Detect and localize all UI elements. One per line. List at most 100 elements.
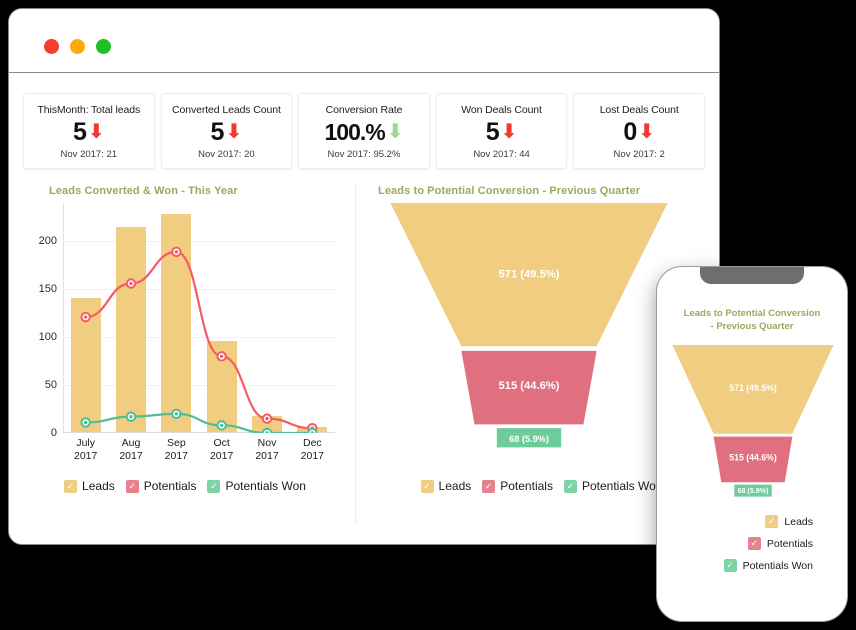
legend-item[interactable]: ✓ Leads <box>657 515 813 528</box>
legend-checkbox-icon[interactable]: ✓ <box>482 479 496 493</box>
data-point-center <box>174 412 179 416</box>
legend-checkbox-icon[interactable]: ✓ <box>765 515 779 528</box>
kpi-card: ThisMonth: Total leads 5 ⬇ Nov 2017: 21 <box>23 93 155 169</box>
legend-checkbox-icon[interactable]: ✓ <box>64 479 78 493</box>
y-axis-tick: 200 <box>38 235 57 248</box>
kpi-value-row: 5 ⬇ <box>166 117 288 147</box>
x-axis-tick: Nov 2017 <box>243 437 291 462</box>
legend-item[interactable]: ✓ Potentials <box>482 479 553 493</box>
window-titlebar <box>9 9 719 73</box>
legend-item[interactable]: ✓ Leads <box>64 479 115 493</box>
kpi-value-row: 100.% ⬇ <box>303 117 425 147</box>
kpi-title: ThisMonth: Total leads <box>37 104 141 116</box>
x-axis-tick-line: 2017 <box>209 449 234 462</box>
kpi-card: Conversion Rate 100.% ⬇ Nov 2017: 95.2% <box>298 93 430 169</box>
chart-plot-area <box>63 203 335 433</box>
trend-arrow-down-icon: ⬇ <box>225 121 243 143</box>
x-axis-tick-line: 2017 <box>119 449 143 462</box>
kpi-title: Won Deals Count <box>461 104 542 116</box>
x-axis-tick-line: Dec <box>302 437 322 449</box>
dashboard-panels: Leads Converted & Won - This Year 0 50 100… <box>9 185 719 525</box>
window-minimize-button[interactable] <box>70 39 85 54</box>
x-axis-tick: Oct 2017 <box>198 437 246 462</box>
window-maximize-button[interactable] <box>96 39 111 54</box>
line-path <box>85 250 313 430</box>
kpi-subtext: Nov 2017: 95.2% <box>327 149 401 160</box>
window-close-button[interactable] <box>44 39 59 54</box>
legend-checkbox-icon[interactable]: ✓ <box>563 479 577 493</box>
kpi-card: Converted Leads Count 5 ⬇ Nov 2017: 20 <box>160 93 293 169</box>
funnel-svg: 571 (49.5%) 515 (44.6%) 68 (5.9%) <box>390 203 668 448</box>
legend-checkbox-icon[interactable]: ✓ <box>747 537 761 550</box>
y-axis-tick: 100 <box>38 331 57 344</box>
data-point-center <box>174 250 179 254</box>
y-axis-tick: 0 <box>50 427 57 439</box>
line-series-overlay <box>80 246 318 433</box>
kpi-strip: ThisMonth: Total leads 5 ⬇ Nov 2017: 21 Conv… <box>9 73 719 169</box>
legend-label: Potentials Won <box>581 479 663 493</box>
kpi-subtext: Nov 2017: 44 <box>473 149 530 160</box>
panel-left-title: Leads Converted & Won - This Year <box>49 185 238 197</box>
kpi-card: Lost Deals Count 0 ⬇ Nov 2017: 2 <box>573 93 705 169</box>
legend-checkbox-icon[interactable]: ✓ <box>125 479 139 493</box>
x-axis-tick-line: 2017 <box>73 449 98 462</box>
funnel-segment-label: 515 (44.6%) <box>729 452 777 462</box>
x-axis-tick: July 2017 <box>62 437 110 462</box>
line-path <box>85 412 313 433</box>
trend-arrow-down-icon: ⬇ <box>638 121 655 143</box>
x-axis-tick: Sep 2017 <box>152 437 200 462</box>
y-axis-tick: 150 <box>38 283 57 296</box>
data-point-center <box>265 416 269 421</box>
bar-line-chart: 0 50 100 150 200 July 2017 Aug 2017 Sep 2017 Oct 20… <box>23 203 353 471</box>
kpi-value: 5 <box>485 117 500 146</box>
x-axis-labels: July 2017 Aug 2017 Sep 2017 Oct 2017 Nov 2017 Dec 2… <box>63 437 335 469</box>
data-point-center <box>129 281 133 286</box>
legend-checkbox-icon[interactable]: ✓ <box>723 559 737 572</box>
kpi-value-row: 0 ⬇ <box>578 117 700 147</box>
phone-panel-title: Leads to Potential Conversion - Previous… <box>657 307 847 333</box>
phone-notch <box>700 267 804 284</box>
funnel-svg: 571 (49.5%) 515 (44.6%) 68 (5.9%) <box>672 345 834 497</box>
funnel-segment-label: 515 (44.6%) <box>499 380 560 392</box>
legend-label: Leads <box>438 479 472 493</box>
kpi-value-row: 5 ⬇ <box>441 117 563 147</box>
data-point-center <box>83 315 88 319</box>
funnel-segment-label: 68 (5.9%) <box>737 487 769 495</box>
legend-label: Leads <box>82 479 115 493</box>
trend-arrow-down-icon: ⬇ <box>500 121 518 143</box>
y-axis-labels: 0 50 100 150 200 <box>23 203 57 439</box>
kpi-card: Won Deals Count 5 ⬇ Nov 2017: 44 <box>435 93 568 169</box>
legend-checkbox-icon[interactable]: ✓ <box>420 479 434 493</box>
legend-label: Potentials Won <box>742 559 813 572</box>
panel-divider <box>355 185 356 525</box>
phone-chart-legend: ✓ Leads ✓ Potentials ✓ Potentials Won <box>657 515 847 572</box>
funnel-segment-label: 571 (49.5%) <box>499 268 560 280</box>
x-axis-tick: Aug 2017 <box>107 437 155 462</box>
kpi-value: 100.% <box>324 118 385 145</box>
panel-right-title: Leads to Potential Conversion - Previous… <box>378 185 641 197</box>
legend-label: Potentials Won <box>225 479 306 493</box>
funnel-segment-label: 571 (49.5%) <box>729 383 777 393</box>
x-axis-tick-line: July <box>76 437 96 449</box>
legend-item[interactable]: ✓ Potentials <box>125 479 196 493</box>
legend-item[interactable]: ✓ Potentials Won <box>563 479 663 493</box>
legend-item[interactable]: ✓ Potentials Won <box>657 559 813 572</box>
x-axis-tick-line: Aug <box>121 437 141 449</box>
legend-item[interactable]: ✓ Leads <box>420 479 472 493</box>
data-point-center <box>83 420 88 425</box>
kpi-title: Conversion Rate <box>325 104 403 116</box>
x-axis-tick-line: 2017 <box>164 449 188 462</box>
phone-mockup: Leads to Potential Conversion - Previous… <box>656 266 848 622</box>
legend-item[interactable]: ✓ Potentials <box>657 537 813 550</box>
legend-checkbox-icon[interactable]: ✓ <box>207 479 221 493</box>
kpi-value: 5 <box>210 117 225 146</box>
kpi-title: Converted Leads Count <box>171 104 281 116</box>
legend-label: Potentials <box>766 537 813 550</box>
x-axis-tick: Dec 2017 <box>288 437 336 462</box>
y-axis-tick: 50 <box>44 379 57 392</box>
chart-legend-left: ✓ Leads ✓ Potentials ✓ Potentials Won <box>23 479 347 493</box>
trend-arrow-down-icon: ⬇ <box>386 121 404 143</box>
legend-item[interactable]: ✓ Potentials Won <box>207 479 306 493</box>
x-axis-tick-line: 2017 <box>300 449 324 462</box>
x-axis-tick-line: Nov <box>257 437 277 449</box>
